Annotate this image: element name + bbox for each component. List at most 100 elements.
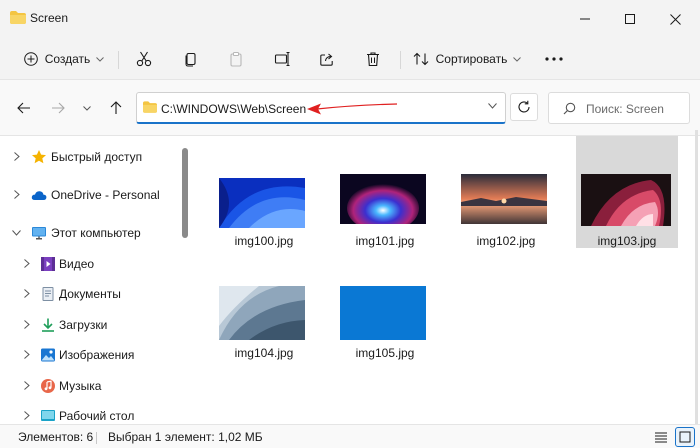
share-button[interactable] [313,45,341,73]
file-item[interactable]: img102.jpg [455,136,557,248]
details-view-button[interactable] [651,427,671,447]
trash-icon [367,52,379,67]
up-button[interactable] [106,98,126,118]
chevron-down-icon [83,105,91,111]
refresh-button[interactable] [510,93,538,121]
large-icons-view-icon [679,431,691,443]
sidebar-item-pictures[interactable]: Изображения [0,341,180,369]
chevron-down-icon [96,56,105,62]
more-icon [545,57,563,61]
arrow-up-icon [110,101,122,114]
status-divider [96,432,97,444]
folder-icon [10,11,26,24]
chevron-right-icon [24,350,30,359]
sidebar-item-video[interactable]: Видео [0,250,180,278]
arrow-left-icon [17,102,30,114]
plus-circle-icon [23,52,38,66]
sidebar-item-quick-access[interactable]: Быстрый доступ [0,143,180,171]
search-input[interactable]: Поиск: Screen [548,92,690,124]
close-icon [669,13,681,25]
chevron-right-icon [24,381,30,390]
file-item[interactable]: img100.jpg [213,136,315,248]
video-icon [41,257,55,271]
file-name: img100.jpg [234,234,294,248]
sidebar-item-label: Музыка [59,379,102,393]
minimize-button[interactable] [562,0,608,38]
item-count: Элементов: 6 [18,430,94,444]
chevron-down-icon [12,230,21,236]
command-bar: Создать Сортировать [0,38,700,80]
sort-button[interactable]: Сортировать [410,45,524,73]
pictures-icon [41,348,55,362]
file-thumbnail [461,174,547,224]
file-item[interactable]: img105.jpg [334,248,436,360]
back-button[interactable] [14,98,34,118]
large-icons-view-button[interactable] [675,427,695,447]
search-icon [563,102,576,115]
star-icon [32,150,46,164]
sort-button-label: Сортировать [435,52,508,66]
sidebar-item-label: Документы [59,287,121,301]
navigation-scrollbar[interactable] [182,148,188,238]
rename-icon [274,51,290,67]
file-name: img101.jpg [355,234,415,248]
paste-button[interactable] [222,45,250,73]
title-bar: Screen [0,0,700,38]
monitor-icon [32,227,46,240]
file-item[interactable]: img104.jpg [213,248,315,360]
file-item[interactable]: img101.jpg [334,136,436,248]
downloads-icon [42,318,54,332]
file-thumbnail [340,286,426,340]
sidebar-item-downloads[interactable]: Загрузки [0,311,180,339]
sidebar-item-documents[interactable]: Документы [0,280,180,308]
refresh-icon [518,100,530,113]
file-item-selected[interactable]: img103.jpg [576,136,678,248]
file-name: img102.jpg [476,234,536,248]
recent-locations-button[interactable] [77,98,97,118]
toolbar-divider [118,51,119,69]
sidebar-item-label: OneDrive - Personal [51,188,160,202]
folder-icon [143,101,157,113]
window-title: Screen [30,11,69,25]
file-thumbnail [219,286,305,340]
chevron-right-icon [24,411,30,420]
cut-button[interactable] [130,45,158,73]
maximize-button[interactable] [607,0,653,38]
chevron-down-icon [513,56,522,62]
more-options-button[interactable] [540,45,568,73]
navigation-pane: Быстрый доступ OneDrive - Personal Этот … [0,136,193,424]
paste-icon [230,52,242,67]
forward-button[interactable] [48,98,68,118]
sidebar-item-label: Быстрый доступ [51,150,143,164]
share-icon [320,53,333,66]
sort-icon [413,52,429,66]
close-button[interactable] [652,0,698,38]
scissors-icon [136,51,152,67]
music-icon [41,379,55,393]
new-button[interactable]: Создать [18,45,110,73]
file-thumbnail [581,174,671,226]
file-name: img104.jpg [234,346,294,360]
toolbar-divider [400,51,401,69]
rename-button[interactable] [268,45,296,73]
chevron-down-icon [488,103,497,109]
minimize-icon [580,18,590,20]
copy-button[interactable] [177,45,205,73]
chevron-right-icon [24,259,30,268]
image-thumbnail [340,286,426,340]
sidebar-item-label: Этот компьютер [51,226,141,240]
sidebar-item-this-pc[interactable]: Этот компьютер [0,219,180,247]
file-list: img100.jpg img101.jpg img102.jpg img103.… [193,136,700,424]
sidebar-item-desktop[interactable]: Рабочий стол [0,402,180,424]
sidebar-item-label: Рабочий стол [59,409,135,423]
chevron-right-icon [14,190,20,199]
content-scrollbar-track[interactable] [695,130,698,430]
sidebar-item-label: Изображения [59,348,135,362]
delete-button[interactable] [359,45,387,73]
chevron-right-icon [14,152,20,161]
file-name: img103.jpg [597,234,657,248]
file-name: img105.jpg [355,346,415,360]
sidebar-item-music[interactable]: Музыка [0,372,180,400]
image-thumbnail [219,178,305,228]
sidebar-item-onedrive[interactable]: OneDrive - Personal [0,181,180,209]
